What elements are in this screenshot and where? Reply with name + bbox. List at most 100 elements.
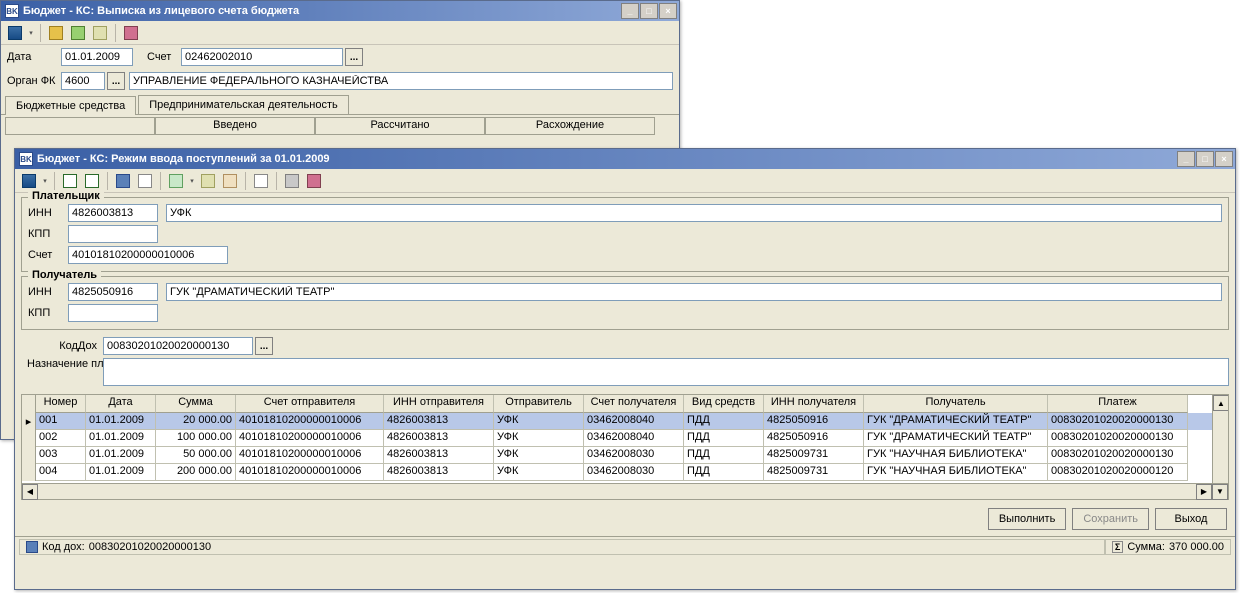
maximize-button[interactable]: □	[1196, 151, 1214, 167]
refresh-icon[interactable]	[68, 23, 88, 43]
status-koddoh: Код дох: 00830201020020000130	[19, 539, 1105, 555]
col-recv[interactable]: Получатель	[864, 395, 1048, 413]
cell-sum: 50 000.00	[156, 447, 236, 464]
account-input[interactable]	[181, 48, 343, 66]
exit-icon[interactable]	[121, 23, 141, 43]
label-date: Дата	[7, 51, 61, 63]
percent-icon[interactable]	[135, 171, 155, 191]
scroll-right-icon[interactable]: ▶	[1196, 484, 1212, 500]
recv-name-input[interactable]	[166, 283, 1222, 301]
page2-icon[interactable]	[220, 171, 240, 191]
table-row[interactable]: 00401.01.2009200 000.0040101810200000010…	[22, 464, 1212, 481]
legend-payer: Плательщик	[28, 190, 104, 202]
col-sum[interactable]: Сумма	[156, 395, 236, 413]
row-selector[interactable]	[22, 447, 36, 464]
scroll-left-icon[interactable]: ◀	[22, 484, 38, 500]
report-dropdown[interactable]: ▾	[188, 177, 196, 185]
exit-icon[interactable]	[304, 171, 324, 191]
cell-sacc: 40101810200000010006	[236, 447, 384, 464]
payer-inn-input[interactable]	[68, 204, 158, 222]
tabs-statement: Бюджетные средства Предпринимательская д…	[1, 93, 679, 115]
label-account: Счет	[147, 51, 181, 63]
col-vid[interactable]: Вид средств	[684, 395, 764, 413]
minimize-button[interactable]: _	[1177, 151, 1195, 167]
data-grid: Номер Дата Сумма Счет отправителя ИНН от…	[21, 394, 1229, 500]
cell-sacc: 40101810200000010006	[236, 430, 384, 447]
scroll-down-icon[interactable]: ▼	[1212, 484, 1228, 500]
page-icon[interactable]	[90, 23, 110, 43]
exit-button[interactable]: Выход	[1155, 508, 1227, 530]
col-recv-acc[interactable]: Счет получателя	[584, 395, 684, 413]
close-button[interactable]: ×	[659, 3, 677, 19]
close-button[interactable]: ×	[1215, 151, 1233, 167]
cell-sender: УФК	[494, 447, 584, 464]
execute-button[interactable]: Выполнить	[988, 508, 1066, 530]
organfk-name-input[interactable]	[129, 72, 673, 90]
payer-acc-input[interactable]	[68, 246, 228, 264]
separator	[54, 172, 55, 190]
book-icon[interactable]	[46, 23, 66, 43]
save-dropdown[interactable]: ▾	[41, 177, 49, 185]
koddoh-lookup-button[interactable]: ...	[255, 337, 273, 355]
save-icon[interactable]	[5, 23, 25, 43]
col-recv-inn[interactable]: ИНН получателя	[764, 395, 864, 413]
toolbar-entry: ▾ ▾	[15, 169, 1235, 193]
nazn-input[interactable]	[103, 358, 1229, 386]
arrow-right-icon[interactable]	[82, 171, 102, 191]
cell-sender: УФК	[494, 430, 584, 447]
separator	[160, 172, 161, 190]
table-row[interactable]: ▸00101.01.200920 000.0040101810200000010…	[22, 413, 1212, 430]
toolbar-statement: ▾	[1, 21, 679, 45]
cell-date: 01.01.2009	[86, 447, 156, 464]
col-pay[interactable]: Платеж	[1048, 395, 1188, 413]
print-icon[interactable]	[282, 171, 302, 191]
window-entry: BK Бюджет - КС: Режим ввода поступлений …	[14, 148, 1236, 590]
row-selector[interactable]	[22, 430, 36, 447]
koddoh-input[interactable]	[103, 337, 253, 355]
col-date[interactable]: Дата	[86, 395, 156, 413]
recv-inn-input[interactable]	[68, 283, 158, 301]
save-dropdown[interactable]: ▾	[27, 29, 35, 37]
col-diff[interactable]: Расхождение	[485, 117, 655, 135]
col-sender-acc[interactable]: Счет отправителя	[236, 395, 384, 413]
tab-entrepreneur[interactable]: Предпринимательская деятельность	[138, 95, 348, 114]
payer-name-input[interactable]	[166, 204, 1222, 222]
row-selector[interactable]: ▸	[22, 413, 36, 430]
table-row[interactable]: 00301.01.200950 000.00401018102000000100…	[22, 447, 1212, 464]
payer-kpp-input[interactable]	[68, 225, 158, 243]
tab-budget-funds[interactable]: Бюджетные средства	[5, 96, 136, 115]
row-selector[interactable]	[22, 464, 36, 481]
label-koddoh: КодДох	[27, 340, 103, 352]
maximize-button[interactable]: □	[640, 3, 658, 19]
report-icon[interactable]	[166, 171, 186, 191]
col-sender-inn[interactable]: ИНН отправителя	[384, 395, 494, 413]
bk-icon[interactable]	[113, 171, 133, 191]
row-nazn: Назначение платежа	[15, 358, 1235, 392]
col-sender[interactable]: Отправитель	[494, 395, 584, 413]
scroll-up-icon[interactable]: ▲	[1213, 395, 1228, 411]
scrollbar-vertical[interactable]: ▲	[1212, 395, 1228, 483]
cell-recv: ГУК "ДРАМАТИЧЕСКИЙ ТЕАТР"	[864, 430, 1048, 447]
minimize-button[interactable]: _	[621, 3, 639, 19]
col-entered[interactable]: Введено	[155, 117, 315, 135]
col-calculated[interactable]: Рассчитано	[315, 117, 485, 135]
arrow-left-icon[interactable]	[60, 171, 80, 191]
separator	[40, 24, 41, 42]
label-organfk: Орган ФК	[7, 75, 61, 87]
date-input[interactable]	[61, 48, 133, 66]
organfk-code-input[interactable]	[61, 72, 105, 90]
titlebar-statement[interactable]: BK Бюджет - КС: Выписка из лицевого счет…	[1, 1, 679, 21]
save-icon[interactable]	[19, 171, 39, 191]
scrollbar-horizontal[interactable]: ◀ ▶ ▼	[22, 483, 1228, 499]
cell-sender: УФК	[494, 413, 584, 430]
page1-icon[interactable]	[198, 171, 218, 191]
cell-date: 01.01.2009	[86, 413, 156, 430]
account-lookup-button[interactable]: ...	[345, 48, 363, 66]
organfk-lookup-button[interactable]: ...	[107, 72, 125, 90]
save-button[interactable]: Сохранить	[1072, 508, 1149, 530]
sigma-icon[interactable]	[251, 171, 271, 191]
col-num[interactable]: Номер	[36, 395, 86, 413]
titlebar-entry[interactable]: BK Бюджет - КС: Режим ввода поступлений …	[15, 149, 1235, 169]
recv-kpp-input[interactable]	[68, 304, 158, 322]
table-row[interactable]: 00201.01.2009100 000.0040101810200000010…	[22, 430, 1212, 447]
